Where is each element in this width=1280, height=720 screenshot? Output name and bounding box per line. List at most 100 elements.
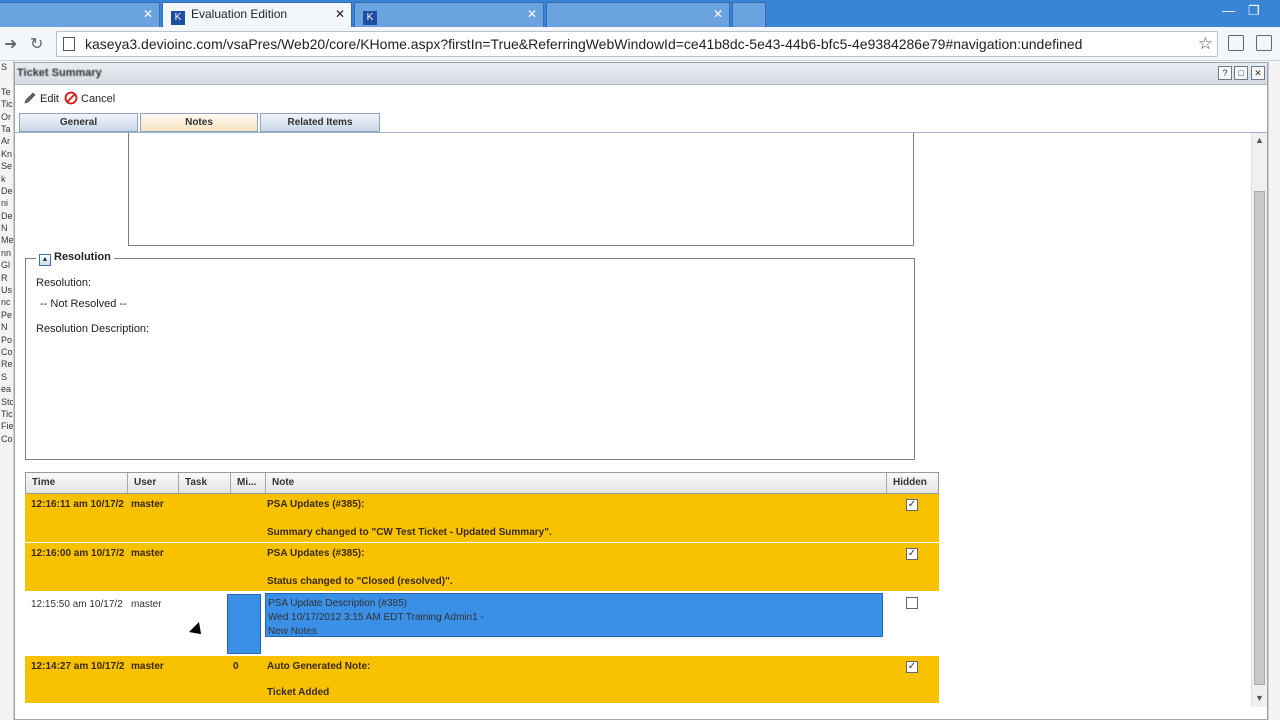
background-nav-fragment: ea bbox=[1, 384, 12, 395]
scroll-up-icon[interactable]: ▲ bbox=[1255, 135, 1264, 145]
background-nav-fragment: Co bbox=[1, 433, 13, 444]
menu-icon[interactable] bbox=[1256, 35, 1272, 51]
collapse-up-icon[interactable]: ▲ bbox=[39, 254, 51, 266]
background-nav-fragment: N bbox=[1, 223, 8, 234]
close-icon[interactable]: ✕ bbox=[1251, 66, 1265, 80]
table-row[interactable]: 12:14:27 am 10/17/2 master 0 Auto Genera… bbox=[25, 656, 939, 704]
table-row[interactable]: 12:16:00 am 10/17/2 master PSA Updates (… bbox=[25, 543, 939, 592]
tab-general[interactable]: General bbox=[19, 113, 138, 132]
table-row[interactable]: 12:15:50 am 10/17/2 master PSA Update De… bbox=[25, 592, 939, 656]
hidden-checkbox[interactable] bbox=[906, 597, 918, 609]
browser-tab-1[interactable]: ✕ bbox=[0, 2, 160, 27]
row-user: master bbox=[131, 599, 162, 610]
table-row[interactable]: 12:16:11 am 10/17/2 master PSA Updates (… bbox=[25, 494, 939, 543]
hidden-checkbox[interactable]: ✓ bbox=[906, 548, 918, 560]
hidden-checkbox[interactable]: ✓ bbox=[906, 661, 918, 673]
cancel-icon bbox=[64, 91, 78, 105]
row-time: 12:16:00 am 10/17/2 bbox=[31, 548, 125, 559]
row-time: 12:15:50 am 10/17/2 bbox=[31, 599, 123, 610]
ticket-dialog: Ticket Summary ? □ ✕ Edit Cancel General… bbox=[14, 62, 1268, 720]
background-nav-fragment: Re bbox=[1, 359, 13, 370]
browser-tab-4[interactable]: ✕ bbox=[546, 2, 730, 27]
background-nav-fragment: Co bbox=[1, 346, 13, 357]
kaseya-favicon-icon: K bbox=[171, 11, 185, 25]
browser-tabstrip: ✕ K Evaluation Edition ✕ K ✕ ✕ — ❐ bbox=[0, 0, 1280, 27]
column-header-note[interactable]: Note bbox=[266, 473, 887, 493]
background-nav-fragment: ni bbox=[1, 198, 9, 209]
address-bar[interactable]: kaseya3.devioinc.com/vsaPres/Web20/core/… bbox=[56, 31, 1218, 57]
background-nav-fragment: N bbox=[1, 322, 8, 333]
background-nav-fragment: Tic bbox=[1, 408, 13, 419]
close-icon[interactable]: ✕ bbox=[713, 7, 723, 21]
scrollbar-thumb[interactable] bbox=[1254, 191, 1265, 685]
restore-icon[interactable]: ❐ bbox=[1248, 3, 1260, 19]
background-nav-fragment: S bbox=[1, 62, 8, 72]
bookmark-star-icon[interactable]: ☆ bbox=[1198, 34, 1213, 54]
background-nav-fragment: k bbox=[1, 173, 6, 184]
row-note-detail: Status changed to "Closed (resolved)". bbox=[267, 576, 453, 587]
url-text: kaseya3.devioinc.com/vsaPres/Web20/core/… bbox=[85, 36, 1083, 52]
row-note-title: PSA Updates (#385): bbox=[267, 548, 365, 559]
hidden-checkbox[interactable]: ✓ bbox=[906, 499, 918, 511]
pencil-icon bbox=[24, 92, 36, 104]
tab-notes[interactable]: Notes bbox=[140, 113, 258, 132]
background-nav-fragment: nn bbox=[1, 247, 12, 258]
extension-icon[interactable] bbox=[1228, 35, 1244, 51]
edit-label: Edit bbox=[40, 93, 59, 105]
kaseya-favicon-icon: K bbox=[363, 11, 377, 25]
background-nav-fragment: Me bbox=[1, 235, 14, 246]
resolution-label: Resolution: bbox=[36, 277, 92, 289]
close-icon[interactable]: ✕ bbox=[143, 7, 153, 21]
column-header-task[interactable]: Task bbox=[179, 473, 231, 493]
resolution-description-label: Resolution Description: bbox=[36, 323, 150, 335]
resolution-legend-label: Resolution bbox=[54, 251, 111, 263]
column-header-time[interactable]: Time bbox=[26, 473, 128, 493]
row-user: master bbox=[131, 499, 164, 510]
column-header-minutes[interactable]: Mi... bbox=[231, 473, 266, 493]
background-nav-fragment: Ta bbox=[1, 123, 11, 134]
tab-related-items[interactable]: Related Items bbox=[260, 113, 380, 132]
maximize-icon[interactable]: □ bbox=[1234, 66, 1248, 80]
background-nav-fragment: Pe bbox=[1, 309, 13, 320]
vertical-scrollbar[interactable]: ▲ ▼ bbox=[1251, 133, 1267, 707]
row-time: 12:14:27 am 10/17/2 bbox=[31, 661, 125, 672]
column-header-hidden[interactable]: Hidden bbox=[887, 473, 938, 493]
resolution-fieldset: ▲ Resolution Resolution: -- Not Resolved … bbox=[25, 251, 915, 460]
row-note-detail: Summary changed to "CW Test Ticket - Upd… bbox=[267, 527, 552, 538]
row-note-title: PSA Updates (#385): bbox=[267, 499, 365, 510]
page-icon bbox=[63, 37, 75, 51]
grid-header: Time User Task Mi... Note Hidden bbox=[25, 472, 939, 494]
tab-label: Evaluation Edition bbox=[191, 7, 288, 21]
scroll-down-icon[interactable]: ▼ bbox=[1255, 693, 1264, 703]
browser-tab-3[interactable]: K ✕ bbox=[354, 2, 544, 27]
cancel-button[interactable]: Cancel bbox=[64, 91, 115, 105]
background-nav-fragment: Te bbox=[1, 86, 11, 97]
row-note-detail: Ticket Added bbox=[267, 687, 330, 698]
dialog-titlebar[interactable]: Ticket Summary ? □ ✕ bbox=[15, 63, 1267, 85]
close-icon[interactable]: ✕ bbox=[527, 7, 537, 21]
resolution-legend[interactable]: ▲ Resolution bbox=[36, 251, 114, 266]
browser-tab-evaluation-edition[interactable]: K Evaluation Edition ✕ bbox=[162, 2, 352, 27]
row-note-title: PSA Update Description (#385) bbox=[268, 598, 407, 609]
row-note-detail: Wed 10/17/2012 3:15 AM EDT Training Admi… bbox=[268, 612, 484, 623]
help-icon[interactable]: ? bbox=[1218, 66, 1232, 80]
background-nav-fragment: Us bbox=[1, 285, 12, 296]
reload-icon[interactable]: ↻ bbox=[30, 34, 43, 54]
background-nav-fragment: S bbox=[1, 371, 8, 382]
minutes-selection[interactable] bbox=[227, 594, 261, 654]
background-nav-fragment: Ar bbox=[1, 136, 10, 147]
browser-tab-5[interactable] bbox=[732, 2, 766, 27]
minimize-icon[interactable]: — bbox=[1222, 3, 1235, 18]
row-user: master bbox=[131, 661, 164, 672]
edit-button[interactable]: Edit bbox=[23, 91, 59, 105]
background-app-right-edge bbox=[1268, 61, 1280, 720]
back-arrow-icon[interactable]: ➜ bbox=[4, 34, 17, 54]
close-icon[interactable]: ✕ bbox=[335, 7, 345, 21]
notes-text-area[interactable] bbox=[128, 133, 914, 246]
background-nav-fragment: Tic bbox=[1, 99, 13, 110]
background-nav-fragment: Or bbox=[1, 111, 11, 122]
column-header-user[interactable]: User bbox=[128, 473, 179, 493]
row-note-extra: New Notes bbox=[268, 626, 317, 637]
background-nav-fragment: De bbox=[1, 210, 13, 221]
selected-note-text[interactable]: PSA Update Description (#385) Wed 10/17/… bbox=[265, 593, 883, 637]
